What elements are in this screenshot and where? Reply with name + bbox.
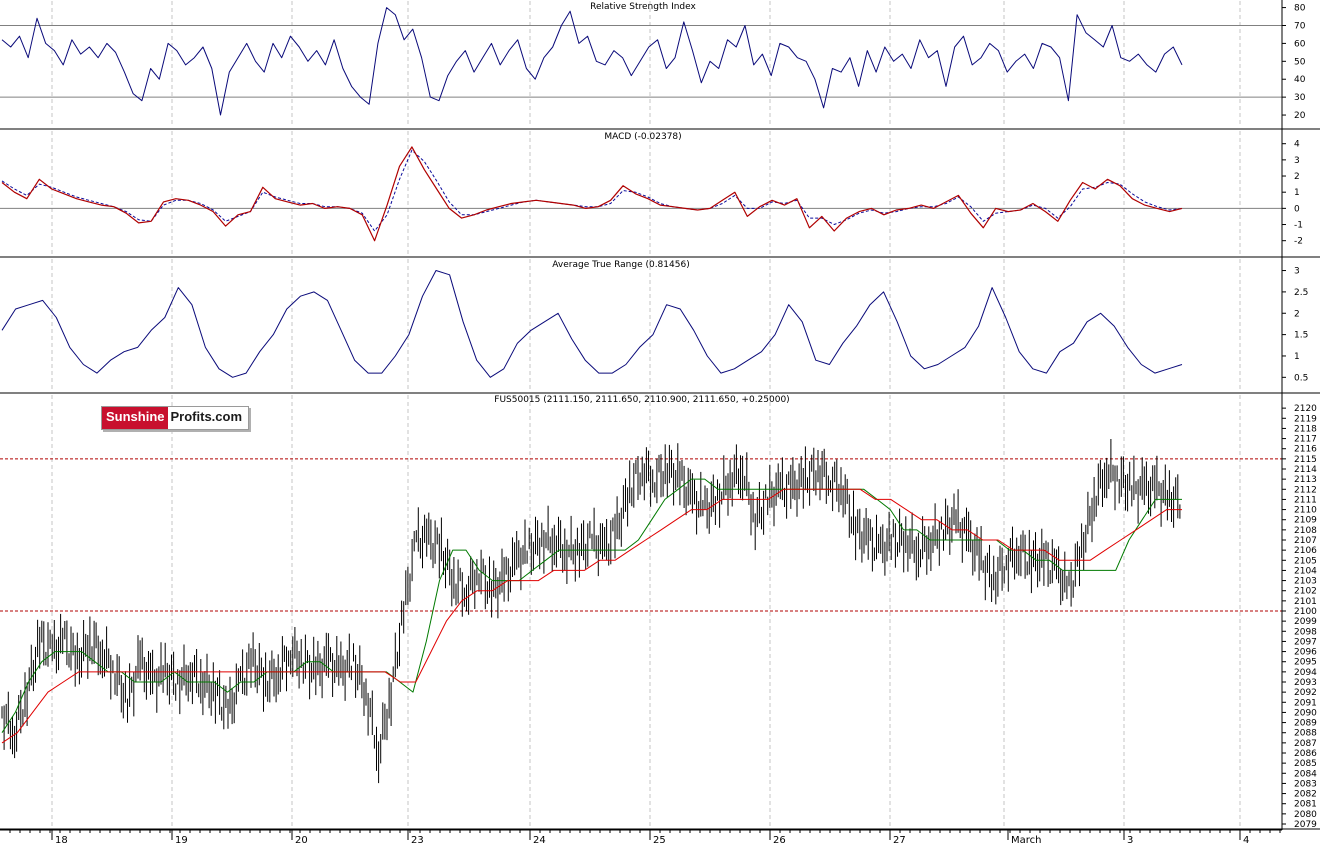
y-axis-tick-label: 2087: [1294, 739, 1317, 749]
y-axis-tick-label: 2104: [1294, 566, 1317, 576]
y-axis-tick-label: 2089: [1294, 719, 1317, 729]
y-axis-tick-label: 20: [1294, 111, 1306, 121]
y-axis-tick-label: 2094: [1294, 668, 1317, 678]
y-axis-tick-label: 4: [1294, 140, 1300, 150]
y-axis-tick-label: 2113: [1294, 475, 1317, 485]
price-title: FUS50015 (2111.150, 2111.650, 2110.900, …: [494, 395, 789, 405]
y-axis-tick-label: 2: [1294, 309, 1300, 319]
y-axis-tick-label: 40: [1294, 75, 1306, 85]
y-axis-tick-label: 2114: [1294, 465, 1317, 475]
y-axis-tick-label: 3: [1294, 267, 1300, 277]
y-axis-tick-label: 1: [1294, 352, 1300, 362]
date-label: 4: [1243, 835, 1249, 844]
y-axis-tick-label: 2105: [1294, 556, 1317, 566]
y-axis-tick-label: 2109: [1294, 516, 1317, 526]
y-axis-tick-label: 0.5: [1294, 373, 1308, 383]
y-axis-tick-label: 2100: [1294, 607, 1317, 617]
y-axis-tick-label: 2092: [1294, 688, 1317, 698]
y-axis-tick-label: 1: [1294, 188, 1300, 198]
y-axis-tick-label: 2098: [1294, 627, 1317, 637]
y-axis-tick-label: 2.5: [1294, 288, 1308, 298]
y-axis-tick-label: -1: [1294, 221, 1303, 231]
date-label: 24: [533, 835, 546, 844]
logo-text-profits: Profits.com: [170, 409, 243, 424]
y-axis-tick-label: 2084: [1294, 769, 1317, 779]
date-label: 18: [55, 835, 68, 844]
y-axis-tick-label: 0: [1294, 204, 1300, 214]
y-axis-tick-label: 2090: [1294, 708, 1317, 718]
y-axis-tick-label: 1.5: [1294, 331, 1308, 341]
y-axis-tick-label: 2120: [1294, 404, 1317, 414]
date-label: 20: [295, 835, 308, 844]
y-axis-tick-label: -2: [1294, 237, 1303, 247]
y-axis-tick-label: 2082: [1294, 790, 1317, 800]
y-axis-tick-label: 2099: [1294, 617, 1317, 627]
y-axis-tick-label: 2102: [1294, 587, 1317, 597]
y-axis-tick-label: 2080: [1294, 810, 1317, 820]
y-axis-tick-label: 2112: [1294, 485, 1317, 495]
y-axis-tick-label: 70: [1294, 21, 1306, 31]
y-axis-tick-label: 2086: [1294, 749, 1317, 759]
macd-title: MACD (-0.02378): [604, 132, 681, 142]
date-label: 27: [893, 835, 906, 844]
y-axis-tick-label: 2097: [1294, 637, 1317, 647]
y-axis-tick-label: 2: [1294, 172, 1300, 182]
y-axis-tick-label: 2088: [1294, 729, 1317, 739]
rsi-title: Relative Strength Index: [590, 2, 696, 12]
y-axis-tick-label: 2081: [1294, 800, 1317, 810]
atr-title: Average True Range (0.81456): [552, 260, 689, 270]
y-axis-tick-label: 80: [1294, 4, 1306, 14]
y-axis-tick-label: 30: [1294, 93, 1306, 103]
y-axis-tick-label: 2091: [1294, 698, 1317, 708]
y-axis-tick-label: 2115: [1294, 455, 1317, 465]
y-axis-tick-label: 2118: [1294, 424, 1317, 434]
y-axis-tick-label: 2119: [1294, 414, 1317, 424]
y-axis-tick-label: 2111: [1294, 495, 1317, 505]
y-axis-tick-label: 3: [1294, 156, 1300, 166]
y-axis-tick-label: 2107: [1294, 536, 1317, 546]
y-axis-tick-label: 2085: [1294, 759, 1317, 769]
date-label: 26: [773, 835, 786, 844]
y-axis-tick-label: 2110: [1294, 506, 1317, 516]
y-axis-tick-label: 50: [1294, 57, 1306, 67]
y-axis-tick-label: 2117: [1294, 435, 1317, 445]
y-axis-tick-label: 2108: [1294, 526, 1317, 536]
date-label: March: [1011, 835, 1041, 844]
y-axis-tick-label: 2116: [1294, 445, 1317, 455]
date-label: 23: [411, 835, 424, 844]
logo-text-sunshine: Sunshine: [102, 407, 168, 429]
y-axis-tick-label: 60: [1294, 39, 1306, 49]
y-axis-tick-label: 2093: [1294, 678, 1317, 688]
y-axis-tick-label: 2096: [1294, 648, 1317, 658]
y-axis-tick-label: 2083: [1294, 779, 1317, 789]
date-label: 19: [175, 835, 188, 844]
y-axis-tick-label: 2095: [1294, 658, 1317, 668]
y-axis-tick-label: 2101: [1294, 597, 1317, 607]
date-label: 3: [1127, 835, 1133, 844]
sunshine-profits-logo: Sunshine Profits.com: [101, 406, 250, 430]
y-axis-tick-label: 2106: [1294, 546, 1317, 556]
y-axis-tick-label: 2103: [1294, 577, 1317, 587]
date-label: 25: [653, 835, 666, 844]
